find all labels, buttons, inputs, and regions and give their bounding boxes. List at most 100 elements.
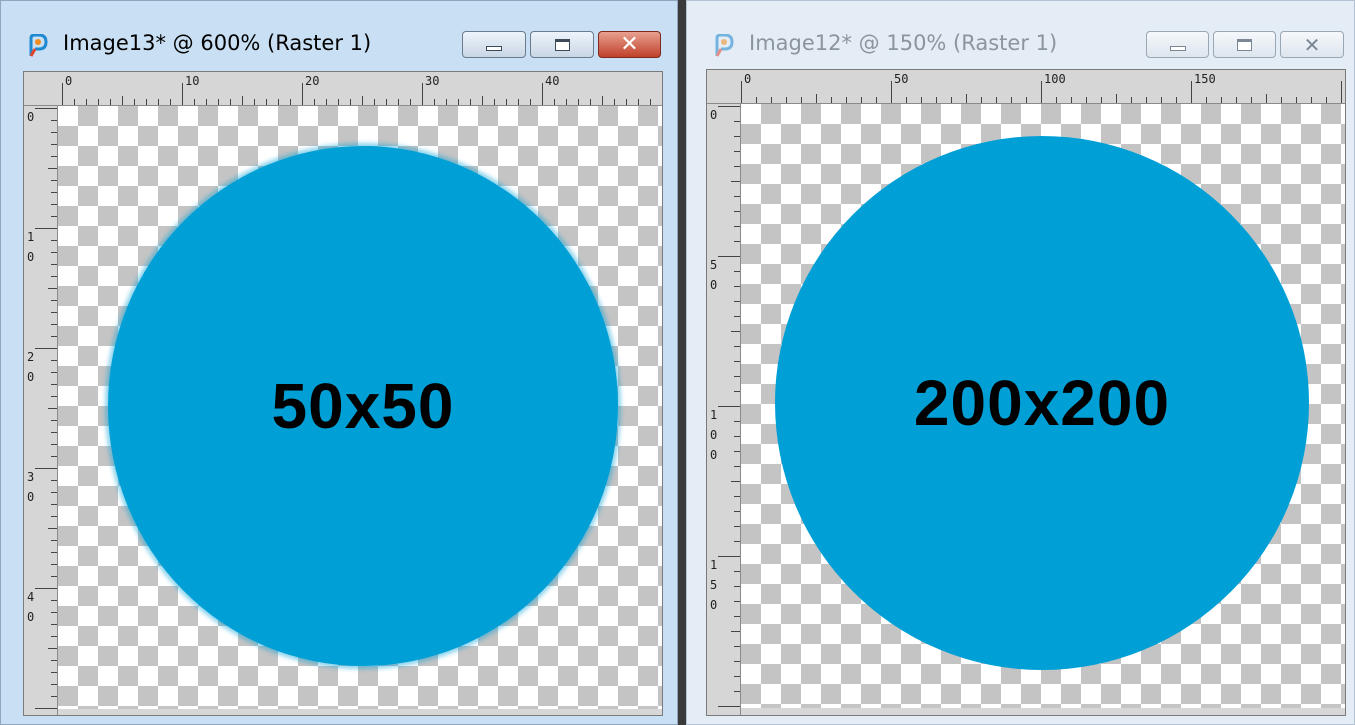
ruler-tick [1296,97,1297,103]
ruler-tick [731,331,740,332]
ruler-tick [1131,97,1132,103]
vertical-ruler: 0 5 0 1 0 0 1 5 0 [707,104,741,715]
ruler-tick [734,271,740,272]
ruler-tick [51,444,57,445]
ruler-label: 0 [27,370,35,384]
ruler-tick [756,97,757,103]
ruler-tick [51,516,57,517]
title-bar[interactable]: Image13* @ 600% (Raster 1) ✕ [1,1,677,65]
ruler-tick [51,120,57,121]
ruler-tick [602,96,603,105]
ruler-tick [731,181,740,182]
ruler-tick [1281,97,1282,103]
image-client-area: 0 50 100 150 050100150 200x200 [706,69,1346,716]
ruler-label: 5 [710,258,718,272]
blue-circle: 50x50 [108,146,618,666]
ruler-label: 0 [710,428,718,442]
paintshop-pro-icon [29,34,48,57]
ruler-tick [51,360,57,361]
ruler-tick [734,436,740,437]
ruler-tick [48,648,57,649]
ruler-tick [51,240,57,241]
ruler-tick [734,121,740,122]
ruler-tick [734,421,740,422]
close-button[interactable]: ✕ [1280,31,1344,58]
minimize-button[interactable] [462,31,526,58]
ruler-tick [718,556,740,557]
ruler-tick [35,468,57,469]
image-window-left[interactable]: Image13* @ 600% (Raster 1) ✕ 0 10 20 30 40 0… [0,0,678,725]
ruler-tick [731,481,740,482]
image-canvas[interactable]: 200x200 [741,104,1345,708]
ruler-tick [48,288,57,289]
ruler-tick [1011,97,1012,103]
ruler-label: 5 [710,578,718,592]
ruler-tick [734,586,740,587]
window-title: Image13* @ 600% (Raster 1) [63,31,372,55]
ruler-tick [734,616,740,617]
ruler-tick [254,99,255,105]
ruler-label: 150 [1194,72,1216,86]
maximize-button[interactable] [1213,31,1276,58]
ruler-tick [936,97,937,103]
ruler-label: 4 [27,590,35,604]
close-icon: ✕ [620,31,639,57]
ruler-tick [1251,97,1252,103]
ruler-tick [734,136,740,137]
ruler-tick [326,99,327,105]
ruler-label: 30 [425,74,440,88]
ruler-tick [718,106,740,107]
image-canvas[interactable]: 50x50 [58,106,662,709]
minimize-button[interactable] [1146,31,1209,58]
ruler-tick [734,676,740,677]
ruler-label: 0 [27,610,35,624]
ruler-tick [158,99,159,105]
ruler-tick [410,99,411,105]
ruler-tick [734,241,740,242]
ruler-tick [374,99,375,105]
ruler-tick [921,97,922,103]
ruler-tick [1311,97,1312,103]
ruler-tick [290,99,291,105]
ruler-tick [734,511,740,512]
ruler-tick [51,300,57,301]
ruler-tick [1266,94,1267,103]
ruler-tick [434,99,435,105]
title-bar[interactable]: Image12* @ 150% (Raster 1) ✕ [687,1,1354,65]
ruler-tick [494,99,495,105]
ruler-label: 0 [744,72,752,86]
ruler-tick [734,496,740,497]
close-button[interactable]: ✕ [598,31,661,58]
ruler-tick [734,286,740,287]
ruler-tick [51,576,57,577]
maximize-button[interactable] [530,31,594,58]
ruler-tick [206,99,207,105]
ruler-label: 1 [710,558,718,572]
ruler-tick [110,99,111,105]
ruler-tick [302,83,303,105]
ruler-label: 3 [27,470,35,484]
ruler-label: 1 [710,408,718,422]
ruler-tick [170,99,171,105]
ruler-tick [338,99,339,105]
ruler-tick [51,312,57,313]
ruler-tick [506,99,507,105]
ruler-tick [718,406,740,407]
ruler-tick [734,571,740,572]
ruler-tick [951,97,952,103]
ruler-tick [470,99,471,105]
ruler-tick [731,631,740,632]
ruler-tick [626,99,627,105]
ruler-tick [398,99,399,105]
ruler-tick [350,99,351,105]
ruler-tick [51,216,57,217]
ruler-tick [266,99,267,105]
vertical-ruler: 0 1 0 2 0 3 0 4 0 [24,106,58,715]
ruler-tick [51,540,57,541]
ruler-tick [51,672,57,673]
image-window-right[interactable]: Image12* @ 150% (Raster 1) ✕ 0 50 100 150 0… [686,0,1355,725]
ruler-label: 10 [185,74,200,88]
ruler-tick [51,420,57,421]
ruler-tick [1071,97,1072,103]
ruler-tick [51,276,57,277]
